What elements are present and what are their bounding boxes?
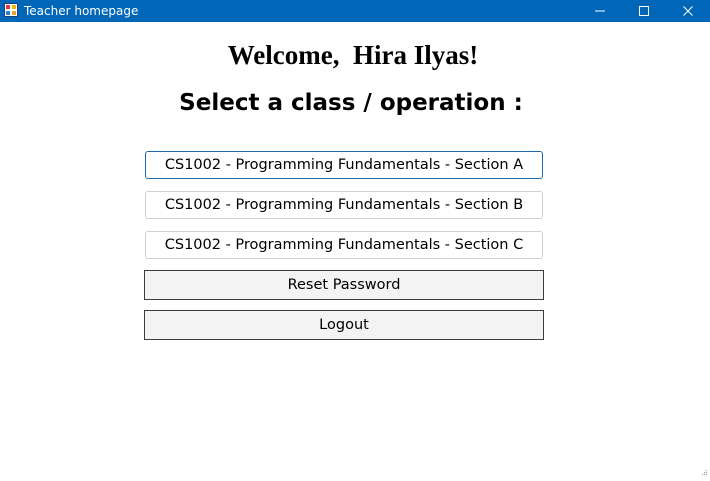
minimize-icon xyxy=(595,10,605,12)
reset-password-button[interactable]: Reset Password xyxy=(144,270,544,300)
minimize-button[interactable] xyxy=(578,0,622,22)
maximize-icon xyxy=(639,6,649,16)
resize-grip-icon[interactable] xyxy=(700,463,708,475)
app-icon[interactable] xyxy=(4,3,18,17)
logout-button[interactable]: Logout xyxy=(144,310,544,340)
class-section-b-button[interactable]: CS1002 - Programming Fundamentals - Sect… xyxy=(145,191,543,219)
title-bar[interactable]: Teacher homepage xyxy=(0,0,710,22)
welcome-heading: Welcome, Hira Ilyas! xyxy=(227,40,479,70)
class-section-a-button[interactable]: CS1002 - Programming Fundamentals - Sect… xyxy=(145,151,543,179)
close-icon xyxy=(683,6,693,16)
window-title: Teacher homepage xyxy=(24,4,139,18)
select-prompt: Select a class / operation : xyxy=(179,90,523,116)
class-section-c-button[interactable]: CS1002 - Programming Fundamentals - Sect… xyxy=(145,231,543,259)
maximize-button[interactable] xyxy=(622,0,666,22)
close-button[interactable] xyxy=(666,0,710,22)
